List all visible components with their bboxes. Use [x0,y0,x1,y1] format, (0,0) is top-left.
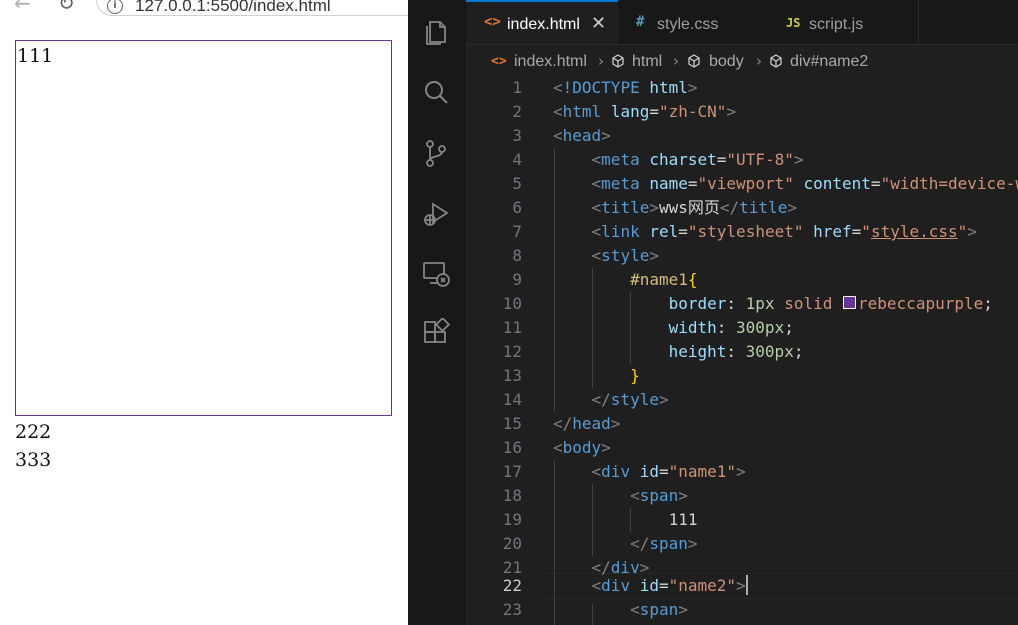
code-line: 8 <style> [512,246,659,265]
code-line: 9 #name1{ [512,270,698,289]
text-333: 333 [15,449,52,471]
info-icon[interactable]: i [107,0,123,14]
element-cube-icon [610,53,626,74]
activity-bar [408,0,467,625]
code-line: 20 </span> [502,534,698,553]
code-line: 2 <html lang="zh-CN"> [512,102,737,121]
code-line: 19 111 [502,510,698,529]
code-line: 15 </head> [502,414,621,433]
chevron-right-icon: › [756,52,762,70]
source-control-icon[interactable] [421,138,451,168]
text-222: 222 [15,421,52,443]
text-caret [745,575,748,595]
chevron-right-icon: › [673,52,679,70]
vscode-window: <> index.html ✕ # style.css JS script.js… [408,0,1018,625]
back-arrow-icon[interactable]: ← [14,0,31,14]
code-line: 4 <meta charset="UTF-8"> [512,150,804,169]
element-cube-icon [768,53,784,74]
code-line-current: 22 <div id="name2"> [502,575,748,595]
address-bar[interactable]: i 127.0.0.1:5500/index.html [96,0,408,16]
editor-tabs: <> index.html ✕ # style.css JS script.js [466,0,1018,45]
code-line: 7 <link rel="stylesheet" href="style.css… [512,222,977,241]
browser-window: ← ↻ i 127.0.0.1:5500/index.html 111 222 … [0,0,408,625]
code-line: 18 <span> [502,486,688,505]
html-file-icon: <> [491,54,507,69]
html-file-icon: <> [484,14,501,30]
js-file-icon: JS [786,16,801,30]
breadcrumb: <> index.html › html › body › div#name2 [466,50,1018,76]
tab-script-js[interactable]: JS script.js [768,0,919,44]
extensions-icon[interactable] [421,316,451,348]
code-line: 10 border: 1px solid rebeccapurple; [502,294,993,313]
tab-label: index.html [507,16,580,33]
tab-style-css[interactable]: # style.css [618,0,769,44]
code-line: 14 </style> [502,390,669,409]
code-line: 17 <div id="name1"> [502,462,746,481]
element-cube-icon [686,53,702,74]
code-line: 23 <span> [502,600,688,619]
span-111: 111 [17,45,54,67]
color-swatch[interactable] [843,296,857,309]
close-icon[interactable]: ✕ [591,13,606,34]
tab-label: style.css [657,16,719,33]
breadcrumb-item-div-name2[interactable]: div#name2 [790,53,868,71]
web-page: 111 222 333 [4,30,408,625]
tab-index-html[interactable]: <> index.html ✕ [466,0,619,44]
code-line: 3 <head> [512,126,611,145]
reload-icon[interactable]: ↻ [58,0,75,14]
remote-explorer-icon[interactable] [421,258,451,288]
explorer-files-icon[interactable] [421,18,451,48]
code-line: 5 <meta name="viewport" content="width=d… [512,174,1018,193]
breadcrumb-item-html[interactable]: html [632,53,662,71]
breadcrumb-item-file[interactable]: index.html [514,53,587,71]
code-line: 16 <body> [502,438,611,457]
code-line: 6 <title>wws网页</title> [512,198,797,217]
code-line: 13 } [502,366,640,385]
browser-toolbar: ← ↻ i 127.0.0.1:5500/index.html [0,0,408,18]
search-icon[interactable] [421,78,451,108]
code-line: 11 width: 300px; [502,318,794,337]
code-editor[interactable]: 1 <!DOCTYPE html> 2 <html lang="zh-CN"> 3 <… [466,76,1018,625]
breadcrumb-item-body[interactable]: body [709,53,744,71]
url-text[interactable]: 127.0.0.1:5500/index.html [135,0,331,15]
run-debug-icon[interactable] [421,198,451,228]
name1-div: 111 [15,40,392,416]
code-line: 1 <!DOCTYPE html> [512,78,698,97]
code-line: 12 height: 300px; [502,342,804,361]
tab-label: script.js [809,16,864,33]
chevron-right-icon: › [598,52,604,70]
css-file-icon: # [636,14,645,30]
